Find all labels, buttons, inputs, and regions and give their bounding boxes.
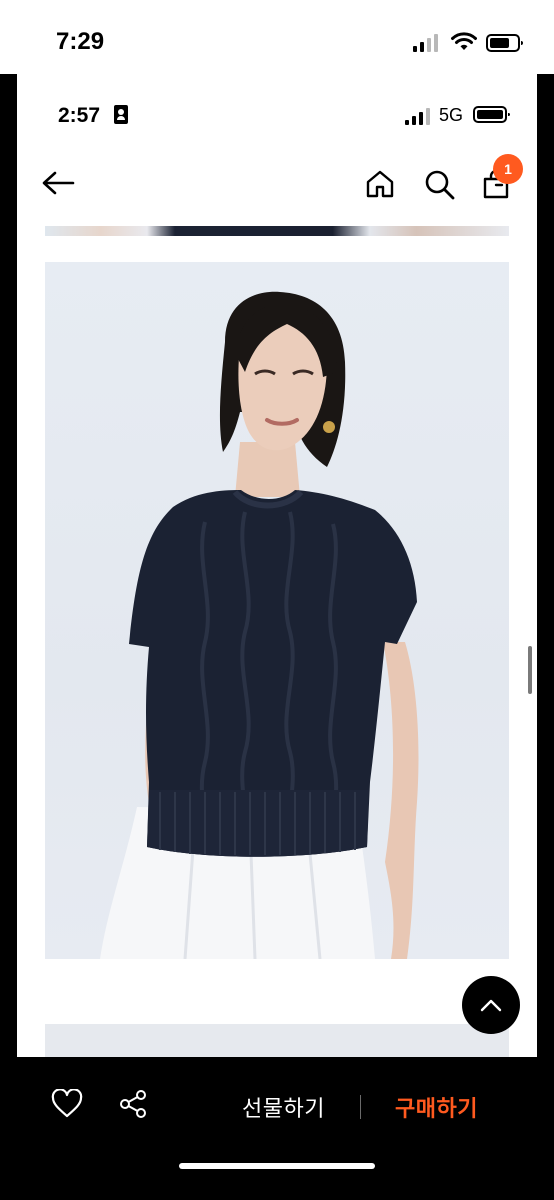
gift-button[interactable]: 선물하기 [242, 1091, 325, 1123]
frame-right [537, 74, 554, 1200]
inner-screen: 2:57 5G 1 선물하기 구매하기 [17, 74, 537, 1200]
search-icon[interactable] [424, 169, 456, 201]
scroll-to-top-button[interactable] [462, 976, 520, 1034]
inner-battery-icon [473, 106, 510, 123]
bar-divider [360, 1095, 361, 1119]
model-illustration [100, 291, 419, 959]
buy-button[interactable]: 구매하기 [395, 1091, 478, 1123]
arrow-left-icon[interactable] [41, 170, 75, 196]
heart-icon[interactable] [51, 1089, 83, 1119]
inner-signal-icon [405, 108, 430, 125]
outer-battery-icon [486, 34, 523, 52]
scroll-indicator[interactable] [528, 646, 532, 694]
outer-status-time: 7:29 [56, 28, 105, 55]
home-icon[interactable] [365, 169, 395, 199]
bottom-action-bar: 선물하기 구매하기 [17, 1057, 537, 1200]
inner-status-time: 2:57 [58, 104, 101, 127]
home-indicator[interactable] [179, 1163, 375, 1169]
outer-signal-icon [413, 34, 438, 52]
product-photo[interactable] [45, 262, 509, 959]
cart-count-badge: 1 [493, 154, 523, 184]
chevron-up-icon [480, 999, 502, 1012]
network-label: 5G [439, 105, 464, 125]
previous-product-image [45, 226, 509, 236]
id-badge-icon [114, 105, 128, 124]
wifi-icon [451, 32, 477, 50]
share-icon[interactable] [119, 1089, 149, 1119]
outer-status-bar: 7:29 [0, 0, 554, 74]
frame-left [0, 74, 17, 1200]
